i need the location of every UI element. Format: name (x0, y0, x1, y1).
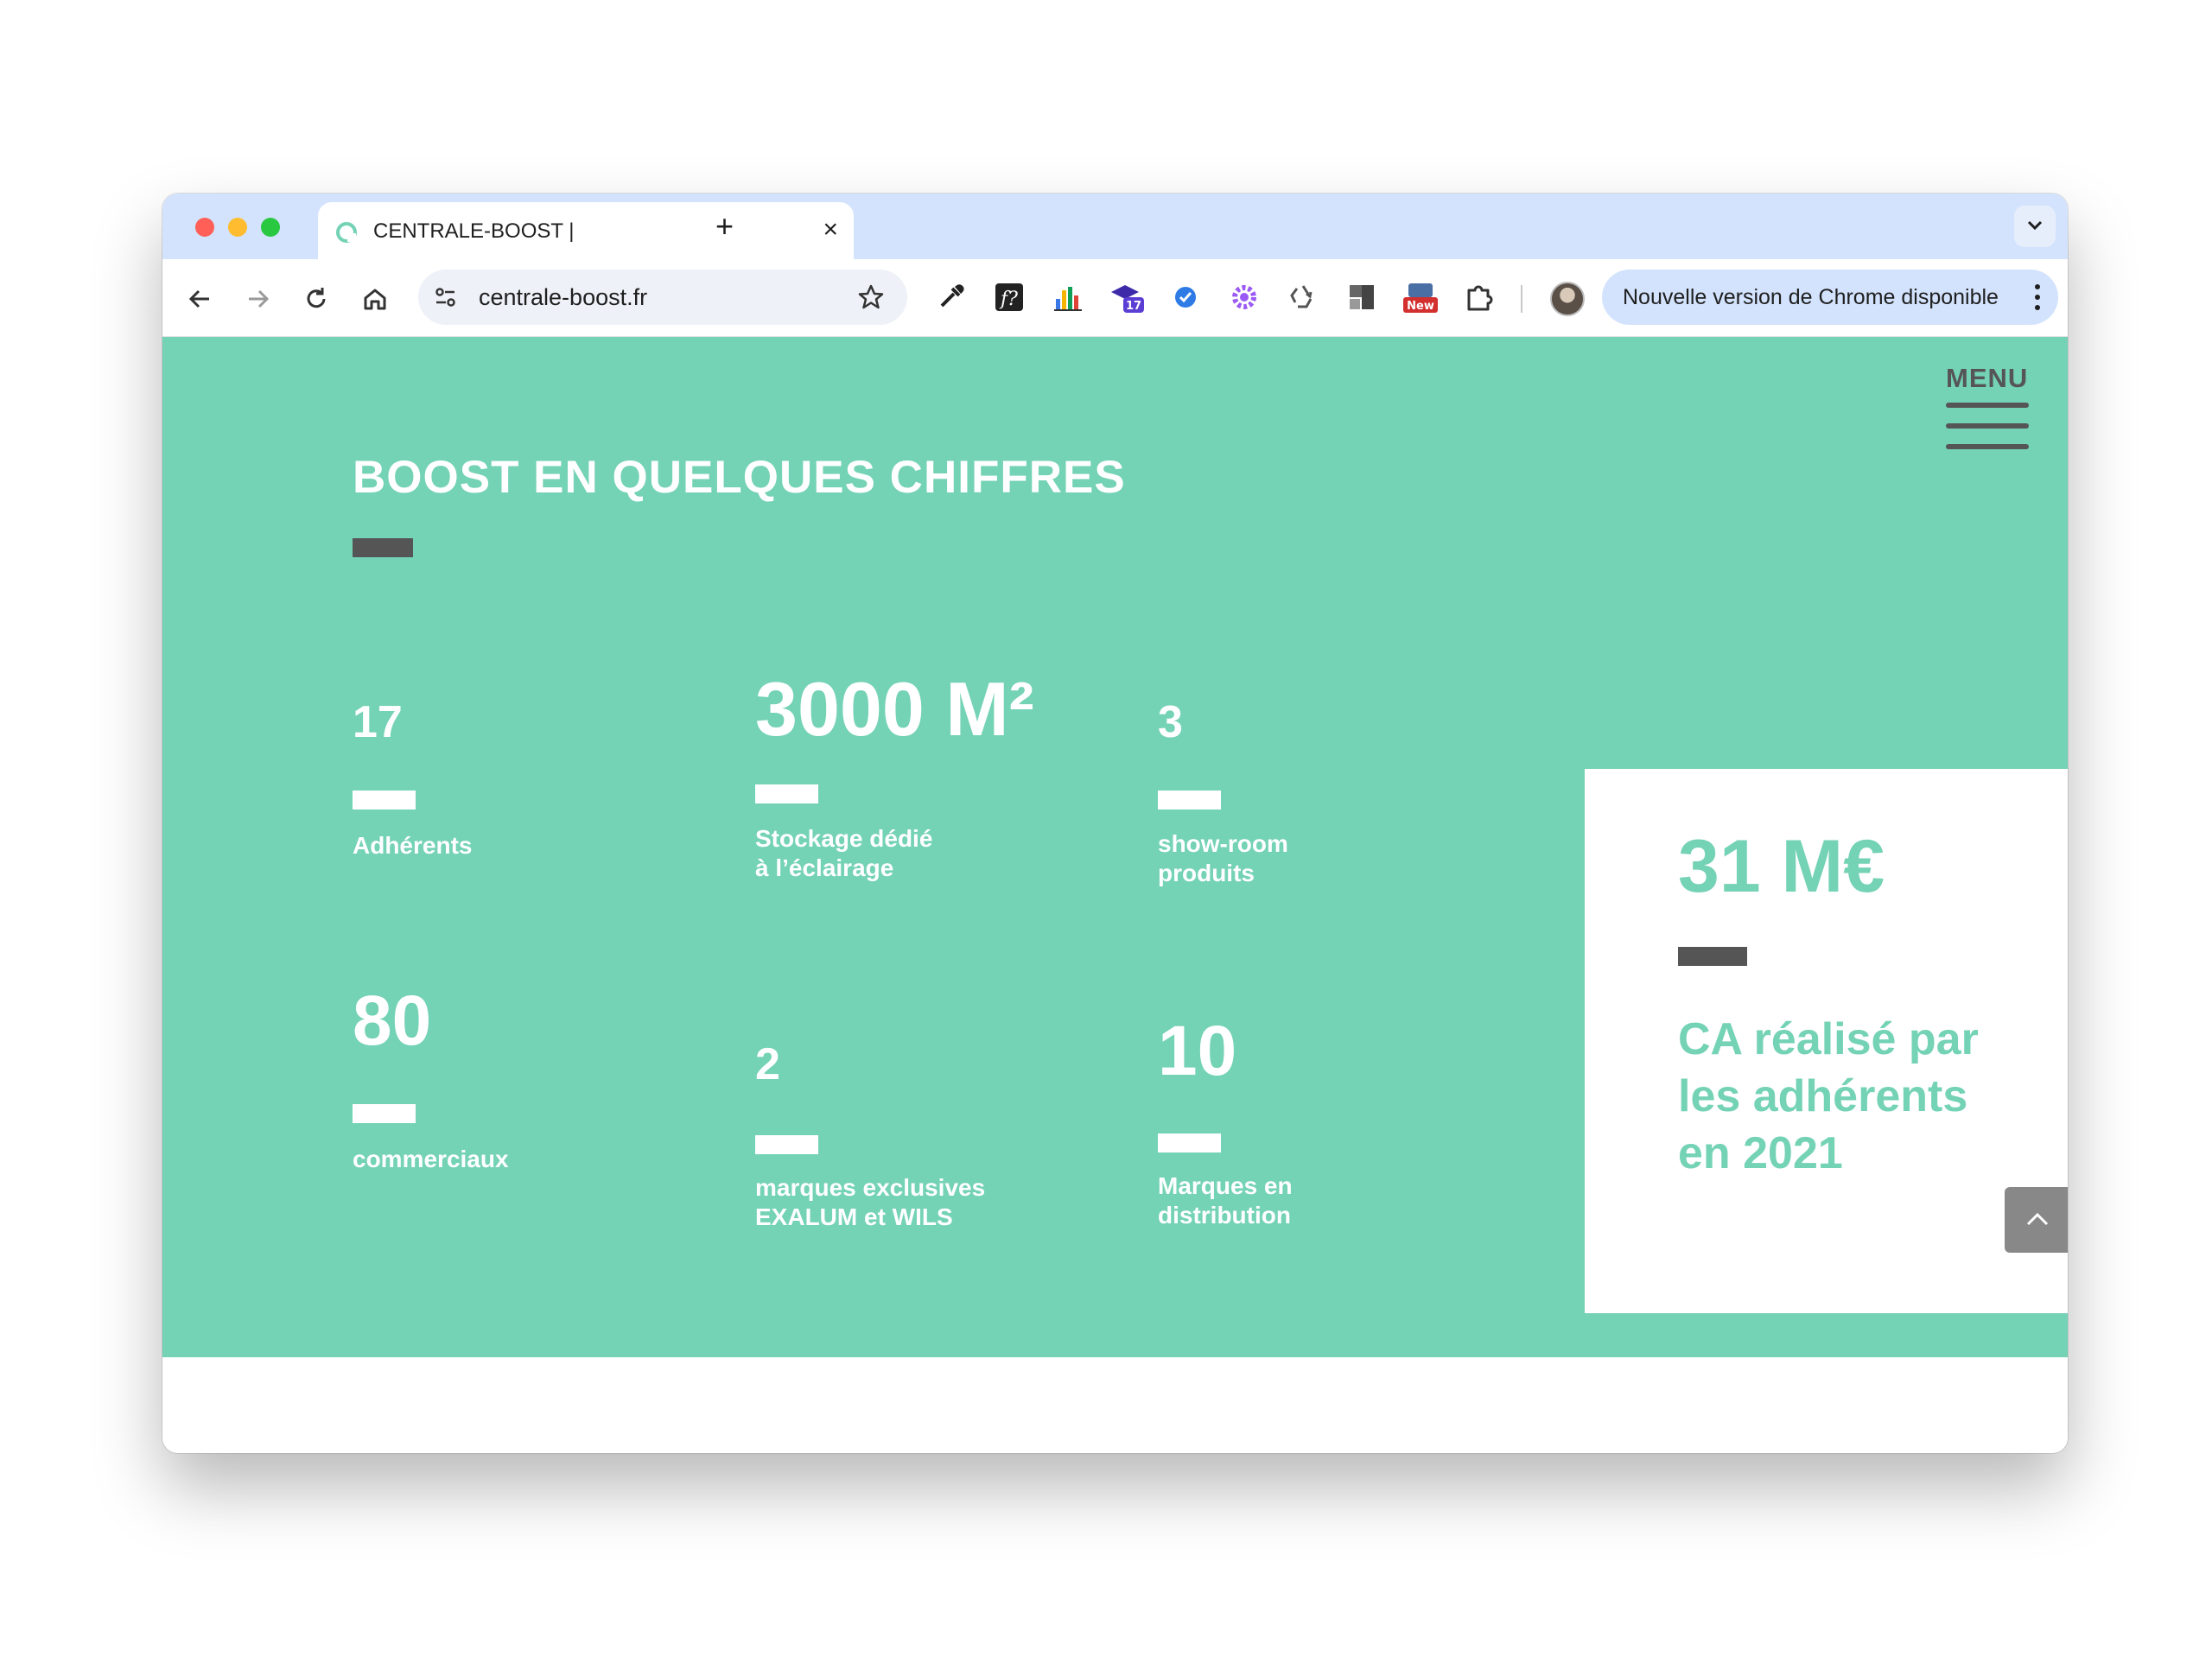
update-text: Nouvelle version de Chrome disponible (1623, 285, 1999, 309)
stat-value: 3000 M² (755, 666, 1034, 752)
forward-arrow-icon[interactable] (240, 282, 275, 316)
stat-label: show-room produits (1158, 830, 1288, 886)
home-icon[interactable] (358, 282, 392, 316)
scroll-to-top-button[interactable] (2005, 1187, 2068, 1253)
stat-label: Adhérents (353, 832, 473, 859)
revenue-card: 31 M€ CA réalisé par les adhérents en 20… (1585, 769, 2068, 1313)
extensions-puzzle-icon[interactable] (1460, 278, 1498, 316)
section-heading: BOOST EN QUELQUES CHIFFRES (353, 452, 1126, 503)
hamburger-bar (1946, 444, 2029, 449)
stat-divider (755, 1135, 818, 1154)
stat-label: Stockage dédié à l’éclairage (755, 825, 933, 881)
chevron-down-icon (2027, 220, 2043, 231)
tab-strip: CENTRALE-BOOST | × + (162, 194, 2068, 259)
revenue-divider (1678, 947, 1747, 966)
graduation-extension-icon[interactable]: 17 (1108, 278, 1146, 316)
reload-icon[interactable] (299, 282, 334, 316)
close-window-button[interactable] (195, 218, 214, 237)
stat-label: marques exclusives EXALUM et WILS (755, 1174, 986, 1230)
gear-extension-icon[interactable] (1225, 278, 1263, 316)
bookmark-star-icon[interactable] (855, 282, 887, 313)
revenue-value: 31 M€ (1678, 825, 1885, 908)
toolbar-divider (1521, 285, 1522, 313)
new-tab-button[interactable]: + (715, 209, 734, 244)
stat-label: commerciaux (353, 1146, 509, 1172)
stats-section: MENU BOOST EN QUELQUES CHIFFRES 17 Adhér… (162, 337, 2068, 1357)
stat-divider (1158, 791, 1221, 810)
stat-value: 3 (1158, 697, 1183, 747)
recycle-extension-icon[interactable] (1284, 278, 1322, 316)
analytics-extension-icon[interactable] (1049, 278, 1087, 316)
maximize-window-button[interactable] (261, 218, 280, 237)
svg-text:f?: f? (999, 289, 1018, 310)
stat-value: 2 (755, 1039, 780, 1089)
fonts-extension-icon[interactable]: f? (990, 278, 1028, 316)
stat-divider (755, 784, 818, 803)
stat-label: Marques en distribution (1158, 1172, 1293, 1229)
back-arrow-icon[interactable] (183, 282, 218, 316)
stat-value: 80 (353, 981, 432, 1060)
browser-toolbar: centrale-boost.fr f? 17 New Nouvelle ver… (162, 259, 2068, 337)
puzzle-people-extension-icon[interactable] (1343, 278, 1381, 316)
site-favicon-icon (336, 222, 357, 243)
extension-badge-new: New (1407, 300, 1434, 313)
tab-search-button[interactable] (2014, 206, 2056, 247)
new-badge-extension-icon[interactable]: New (1402, 278, 1440, 316)
stat-divider (1158, 1133, 1221, 1152)
stat-divider (353, 1104, 416, 1123)
checkmark-extension-icon[interactable] (1166, 278, 1205, 316)
extension-badge-17: 17 (1126, 300, 1141, 313)
tab-close-icon[interactable]: × (823, 215, 838, 244)
tab-centrale-boost[interactable]: CENTRALE-BOOST | × (318, 202, 854, 259)
minimize-window-button[interactable] (228, 218, 247, 237)
stat-divider (353, 791, 416, 810)
profile-avatar[interactable] (1550, 282, 1585, 316)
web-page: MENU BOOST EN QUELQUES CHIFFRES 17 Adhér… (162, 337, 2068, 1453)
revenue-description: CA réalisé par les adhérents en 2021 (1678, 1014, 1979, 1178)
eyedropper-extension-icon[interactable] (931, 278, 969, 316)
stat-value: 17 (353, 697, 403, 747)
chevron-up-icon (2026, 1212, 2049, 1226)
chrome-update-button[interactable]: Nouvelle version de Chrome disponible (1602, 270, 2058, 325)
browser-window: CENTRALE-BOOST | × + centrale-boost.fr f… (162, 194, 2068, 1453)
site-settings-icon[interactable] (430, 282, 461, 313)
menu-label: MENU (1946, 363, 2029, 393)
stat-value: 10 (1158, 1012, 1237, 1090)
tab-title: CENTRALE-BOOST | (373, 219, 575, 243)
hamburger-bar (1946, 403, 2029, 408)
heading-underline (353, 538, 413, 557)
url-text: centrale-boost.fr (479, 284, 648, 310)
address-bar[interactable]: centrale-boost.fr (418, 270, 907, 325)
more-vertical-icon[interactable] (2034, 282, 2041, 313)
hamburger-bar (1946, 423, 2029, 429)
